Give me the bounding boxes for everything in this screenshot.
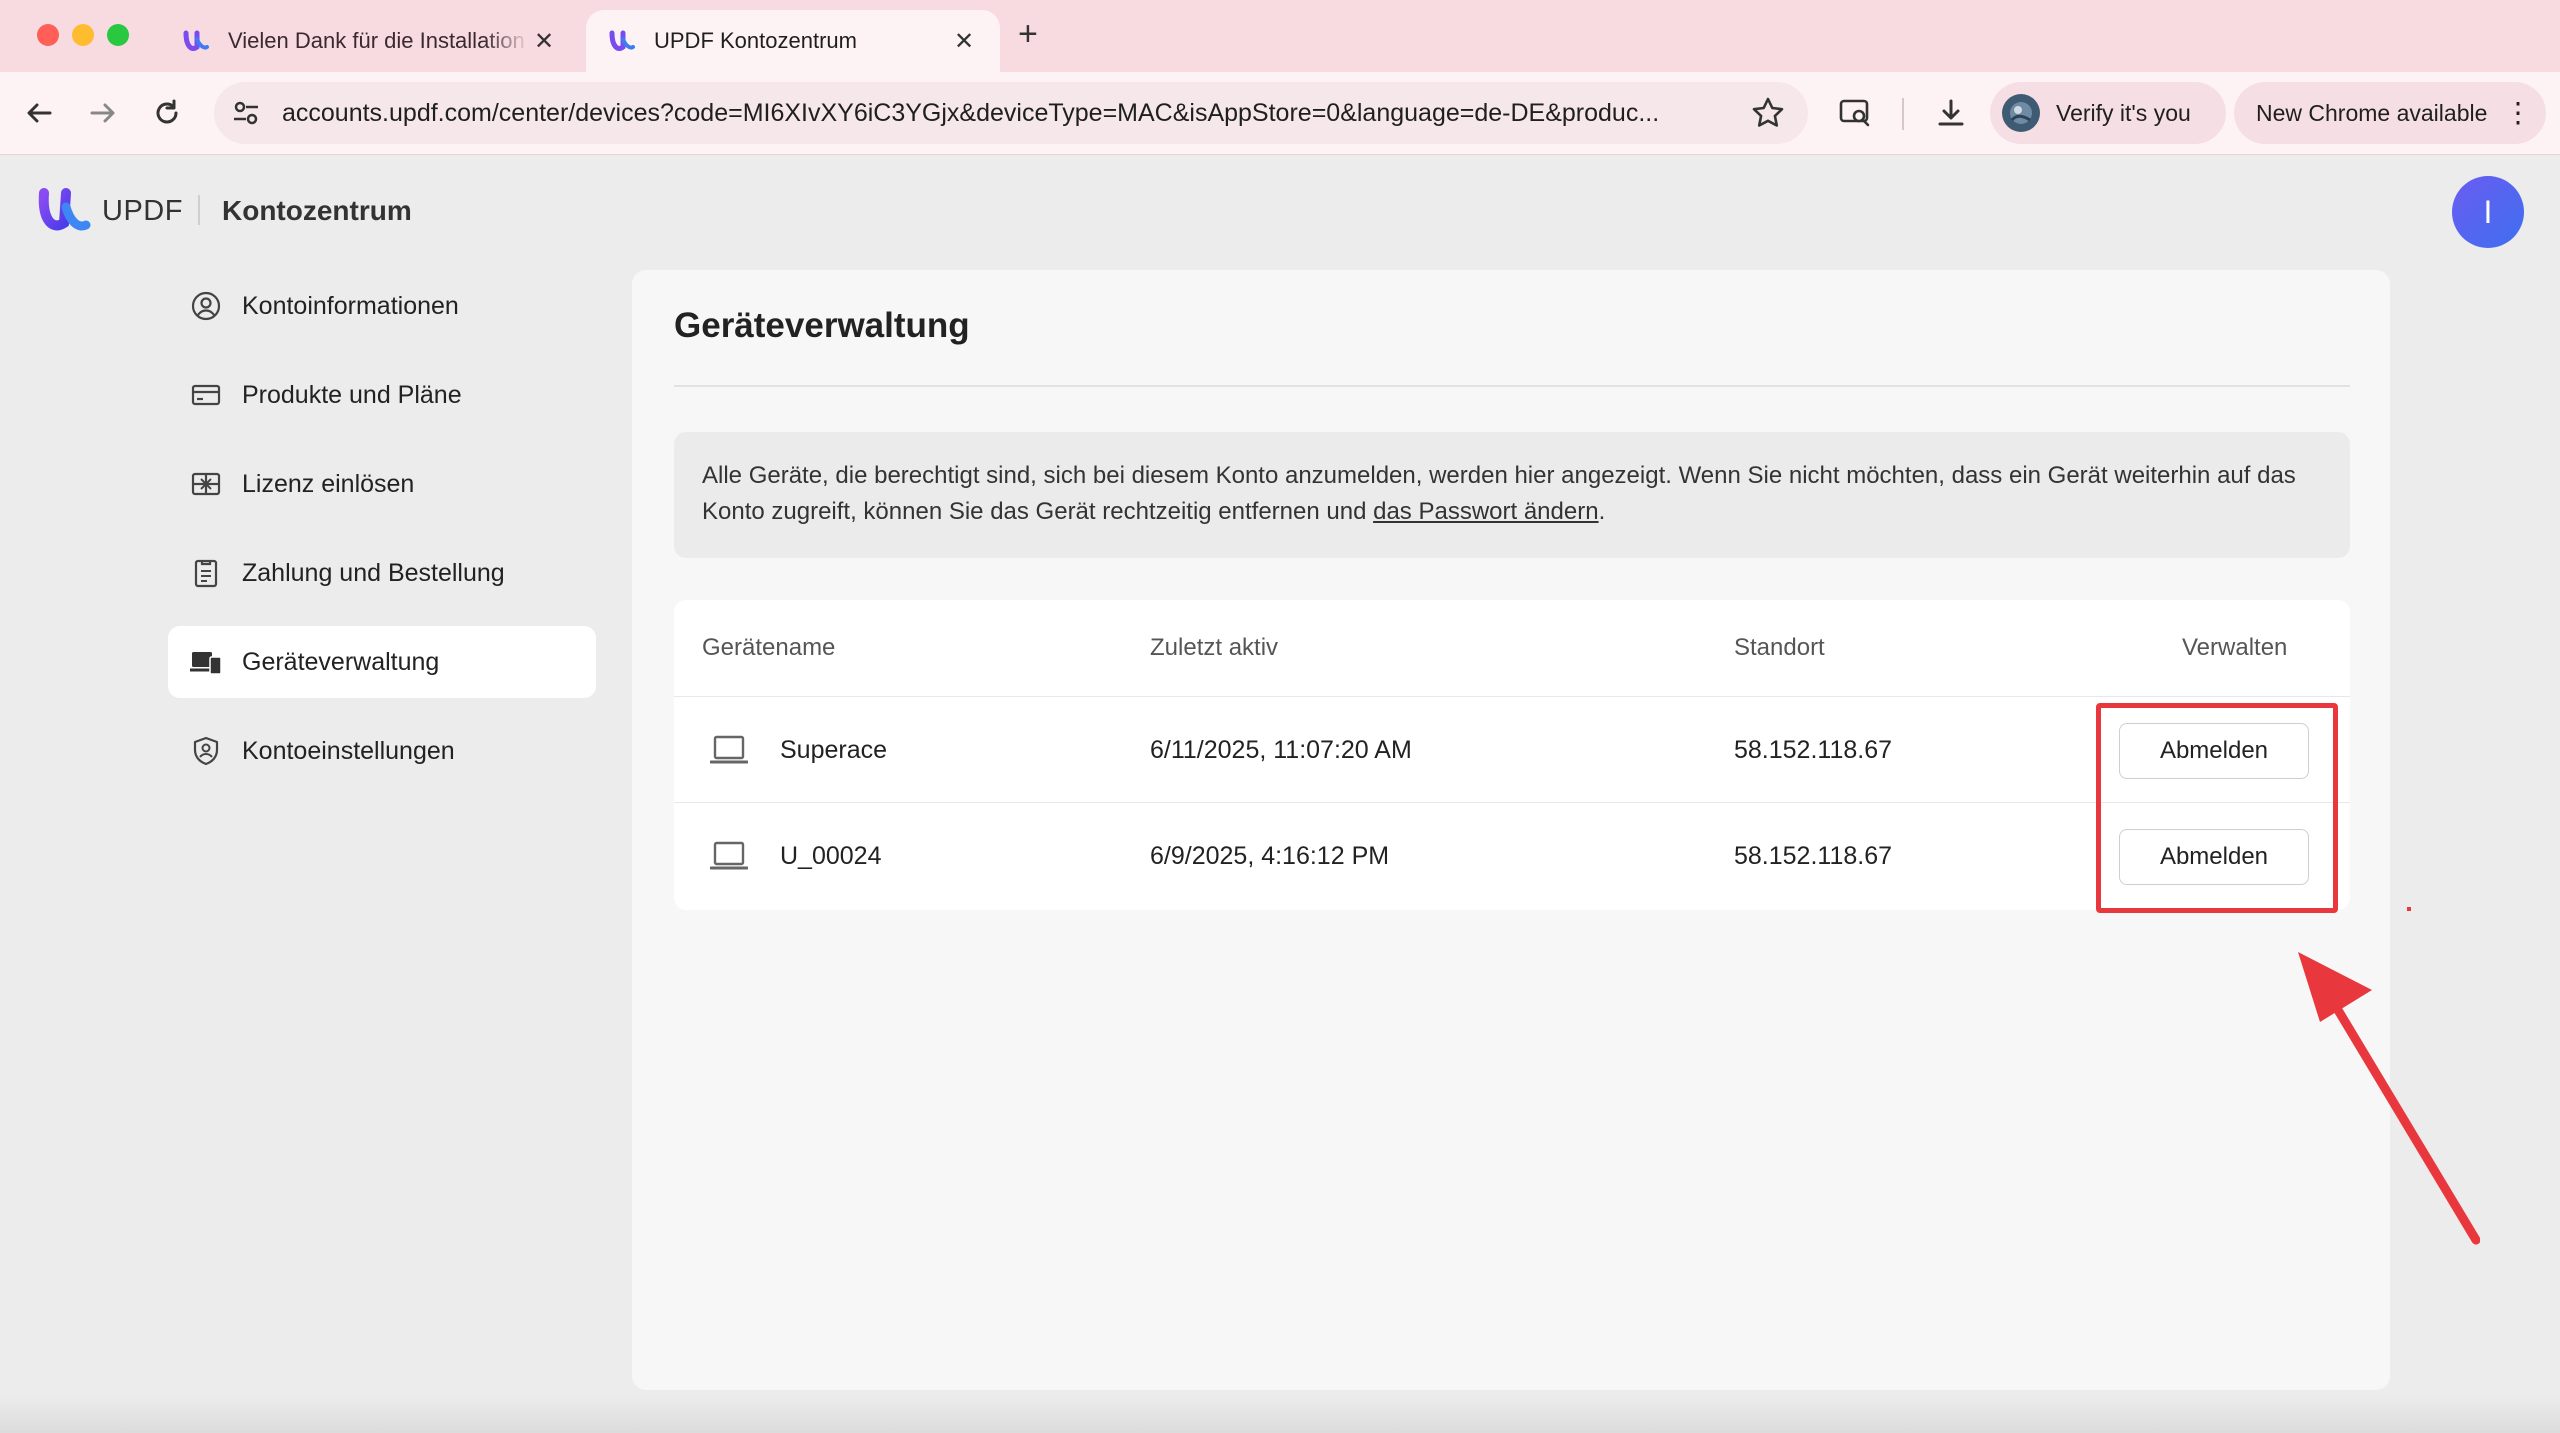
last-active: 6/11/2025, 11:07:20 AM [1150,736,1412,764]
url-text[interactable]: accounts.updf.com/center/devices?code=MI… [282,99,1736,128]
tab-close-icon[interactable]: ✕ [530,27,558,56]
sidebar-item-label: Produkte und Pläne [242,380,462,409]
user-avatar[interactable]: I [2452,176,2524,248]
brand-name: UPDF [102,195,183,227]
devices-icon [190,646,222,678]
window-bottom-shadow [0,1395,2560,1433]
profile-avatar-icon [2002,94,2040,132]
annotation-dot [2407,907,2411,911]
sidebar-item-produkte[interactable]: Produkte und Pläne [168,359,596,431]
sidebar-item-zahlung[interactable]: Zahlung und Bestellung [168,537,596,609]
annotation-highlight-box [2096,703,2338,913]
brand-divider [198,195,200,225]
column-header-manage: Verwalten [2182,634,2288,661]
window-zoom-button[interactable] [107,24,129,46]
lens-search-icon[interactable] [1836,94,1874,132]
updf-favicon-icon [183,30,209,51]
sidebar-item-label: Kontoinformationen [242,291,459,320]
clipboard-icon [190,557,222,589]
column-header-device-name: Gerätename [702,634,836,661]
shield-user-icon [190,735,222,767]
sidebar-item-kontoinformationen[interactable]: Kontoinformationen [168,270,596,342]
browser-tab-thanks[interactable]: Vielen Dank für die Installation ✕ [160,10,580,72]
sidebar-item-label: Kontoeinstellungen [242,736,455,765]
card-icon [190,379,222,411]
user-circle-icon [190,290,222,322]
toolbar-divider [1902,98,1904,130]
annotation-arrow-icon [2298,952,2480,1245]
device-name: U_00024 [780,842,882,870]
sidebar-item-label: Zahlung und Bestellung [242,558,505,587]
sidebar-item-lizenz[interactable]: Lizenz einlösen [168,448,596,520]
verify-identity-chip[interactable]: Verify it's you [1990,82,2226,144]
new-tab-plus-icon[interactable]: + [1018,14,1038,54]
sidebar-item-geraeteverwaltung[interactable]: Geräteverwaltung [168,626,596,698]
back-arrow-icon[interactable] [20,94,58,132]
window-close-button[interactable] [37,24,59,46]
reload-icon[interactable] [148,94,186,132]
laptop-icon [710,735,748,764]
download-icon[interactable] [1932,94,1970,132]
notice-end: . [1598,498,1606,525]
browser-tab-kontozentrum[interactable]: UPDF Kontozentrum ✕ [586,10,1000,72]
gift-icon [190,468,222,500]
location: 58.152.118.67 [1734,736,1893,764]
app-header: UPDF Kontozentrum I [0,155,2560,265]
page-title: Geräteverwaltung [674,306,970,345]
sidebar-item-label: Geräteverwaltung [242,647,440,676]
location: 58.152.118.67 [1734,842,1893,870]
tab-title: Vielen Dank für die Installation [228,28,525,53]
bookmark-star-icon[interactable] [1750,95,1786,131]
updf-favicon-icon [609,30,635,51]
kebab-menu-icon[interactable]: ⋮ [2504,99,2532,127]
column-header-last-active: Zuletzt aktiv [1150,634,1279,661]
tab-close-icon[interactable]: ✕ [950,27,978,56]
section-title: Kontozentrum [222,195,412,226]
info-notice: Alle Geräte, die berechtigt sind, sich b… [674,432,2350,558]
device-name: Superace [780,736,888,764]
new-chrome-label: New Chrome available [2256,99,2488,126]
sidebar-item-label: Lizenz einlösen [242,469,415,498]
site-settings-icon[interactable] [230,97,262,129]
change-password-link[interactable]: das Passwort ändern [1373,498,1598,525]
address-bar[interactable]: accounts.updf.com/center/devices?code=MI… [214,82,1808,144]
browser-tab-bar: Vielen Dank für die Installation ✕ UPDF … [0,0,2560,72]
verify-chip-label: Verify it's you [2056,99,2191,126]
new-chrome-available-chip[interactable]: New Chrome available ⋮ [2234,82,2546,144]
last-active: 6/9/2025, 4:16:12 PM [1150,842,1390,870]
forward-arrow-icon[interactable] [84,94,122,132]
column-header-location: Standort [1734,634,1825,661]
tab-title: UPDF Kontozentrum [654,28,857,53]
title-divider [674,385,2350,387]
window-minimize-button[interactable] [72,24,94,46]
sidebar-item-kontoeinstellungen[interactable]: Kontoeinstellungen [168,715,596,787]
updf-logo-icon [38,188,91,231]
laptop-icon [710,841,748,870]
sidebar-nav: Kontoinformationen Produkte und Pläne Li… [168,270,596,804]
browser-toolbar: accounts.updf.com/center/devices?code=MI… [0,72,2560,155]
